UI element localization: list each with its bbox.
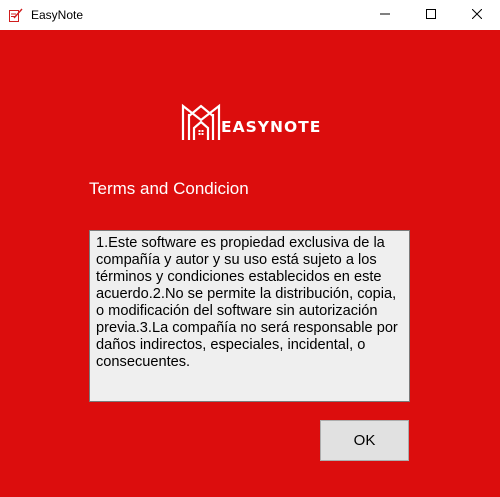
maximize-icon — [426, 6, 436, 24]
minimize-icon — [380, 6, 390, 24]
terms-dialog: EASYNOTE Terms and Condicion 1.Este soft… — [0, 30, 500, 497]
note-pen-icon — [8, 7, 24, 23]
maximize-button[interactable] — [408, 0, 454, 30]
terms-heading: Terms and Condicion — [89, 179, 249, 198]
terms-text-area[interactable]: 1.Este software es propiedad exclusiva d… — [89, 230, 410, 402]
logo-wordmark: EASYNOTE — [221, 118, 322, 136]
close-button[interactable] — [454, 0, 500, 30]
window-title: EasyNote — [31, 8, 84, 22]
title-bar: EasyNote — [0, 0, 500, 30]
close-icon — [471, 6, 483, 24]
ok-button[interactable]: OK — [320, 420, 409, 461]
minimize-button[interactable] — [362, 0, 408, 30]
